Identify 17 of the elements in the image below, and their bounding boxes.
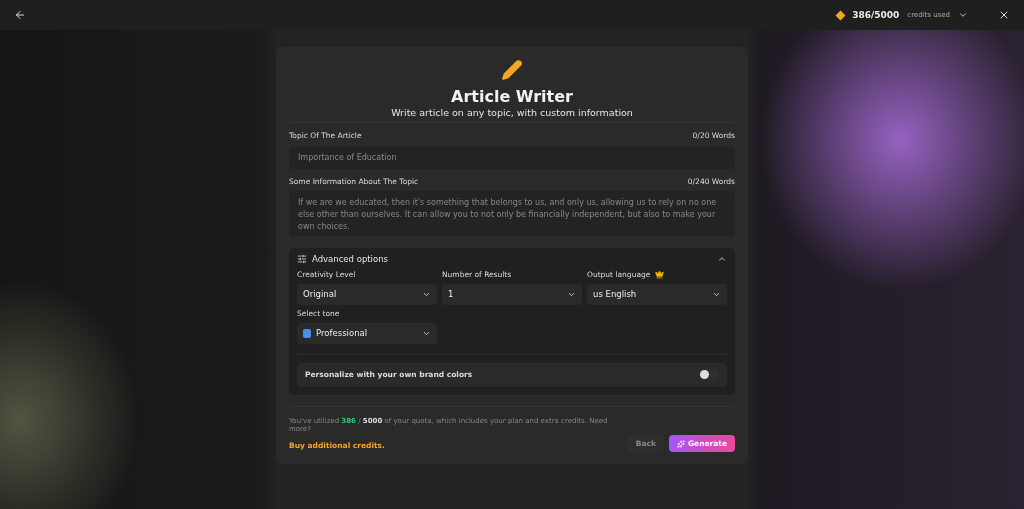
topic-field[interactable]: Importance of Education (289, 146, 735, 169)
dropdown[interactable]: 1 (442, 283, 582, 305)
advanced-options-title[interactable]: Advanced options (312, 253, 712, 264)
sparkles-icon (676, 439, 685, 448)
dropdown[interactable]: Professional (297, 322, 437, 344)
dropdown[interactable]: us English (587, 283, 727, 305)
title: Article Writer (451, 87, 573, 106)
information-field[interactable]: If we are we educated, then it's something that belongs to us, and only us, allowing us to rely on no one else other than ourselves. It can allow you to not only be financially independent, but also to make your own choices. (289, 190, 735, 236)
back-icon[interactable] (14, 9, 26, 21)
sliders-icon (297, 253, 307, 264)
chevron-down-icon[interactable] (958, 10, 968, 20)
subtitle: Write article on any topic, with custom information (391, 107, 633, 118)
credits-count: 386/5000 (852, 10, 900, 20)
toggle-switch[interactable] (699, 369, 719, 380)
close-icon[interactable] (998, 9, 1010, 21)
dropdown[interactable]: Original (297, 283, 437, 305)
pencil-icon (501, 59, 523, 81)
